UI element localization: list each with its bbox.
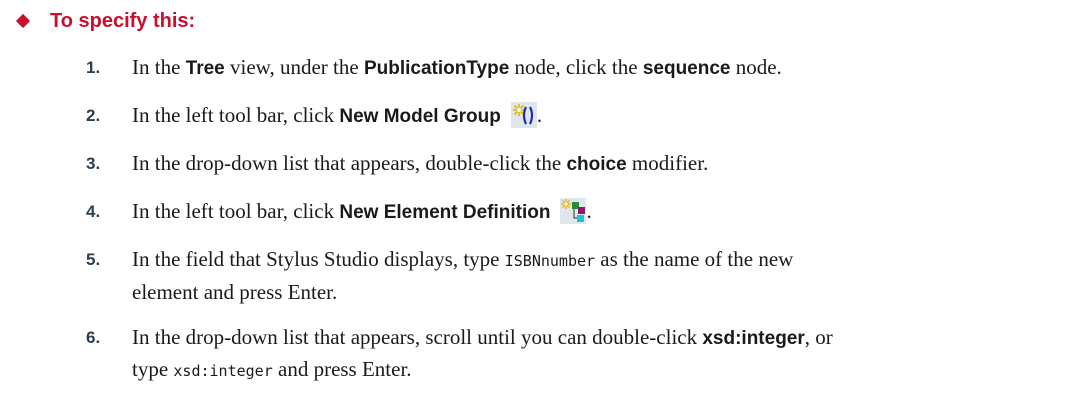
ui-term-publicationtype: PublicationType — [363, 58, 510, 79]
section-heading: To specify this: — [16, 6, 195, 36]
code-xsd-integer: xsd:integer — [173, 362, 273, 380]
step-number: 1. — [86, 58, 101, 77]
step-line: In the drop-down list that appears, scro… — [132, 325, 833, 349]
step-2: 2. In the left tool bar, click New Model… — [86, 100, 1066, 137]
step-4: 4. In the left tool bar, click New Eleme… — [86, 196, 1066, 233]
step-1: 1. In the Tree view, under the Publicati… — [86, 52, 1066, 84]
step-3: 3. In the drop-down list that appears, d… — [86, 148, 1066, 180]
step-text: In the drop-down list that appears, scro… — [132, 322, 1066, 387]
diamond-bullet-icon — [16, 14, 30, 28]
step-number: 2. — [86, 106, 101, 125]
new-element-definition-icon — [560, 198, 587, 233]
step-line: type xsd:integer and press Enter. — [132, 357, 412, 381]
step-text: In the left tool bar, click New Element … — [132, 196, 1066, 233]
step-number: 6. — [86, 328, 101, 347]
step-number: 5. — [86, 250, 101, 269]
ui-term-new-model-group: New Model Group — [339, 106, 501, 127]
ui-term-choice: choice — [566, 154, 627, 175]
step-line: In the field that Stylus Studio displays… — [132, 247, 794, 271]
step-text: In the Tree view, under the PublicationT… — [132, 55, 782, 79]
ui-term-xsd-integer: xsd:integer — [702, 328, 805, 349]
code-isbnnumber: ISBNnumber — [504, 252, 596, 270]
step-number: 4. — [86, 202, 101, 221]
step-text: In the left tool bar, click New Model Gr… — [132, 100, 1066, 137]
step-6: 6. In the drop-down list that appears, s… — [86, 322, 1066, 387]
step-number: 3. — [86, 154, 101, 173]
ui-term-tree: Tree — [185, 58, 225, 79]
heading-text: To specify this: — [50, 9, 196, 32]
step-text: In the field that Stylus Studio displays… — [132, 244, 1066, 308]
step-line: element and press Enter. — [132, 280, 338, 304]
step-5: 5. In the field that Stylus Studio displ… — [86, 244, 1066, 308]
ui-term-sequence: sequence — [642, 58, 731, 79]
ui-term-new-element-definition: New Element Definition — [339, 202, 551, 223]
new-model-group-icon — [510, 102, 537, 137]
step-text: In the drop-down list that appears, doub… — [132, 151, 709, 175]
